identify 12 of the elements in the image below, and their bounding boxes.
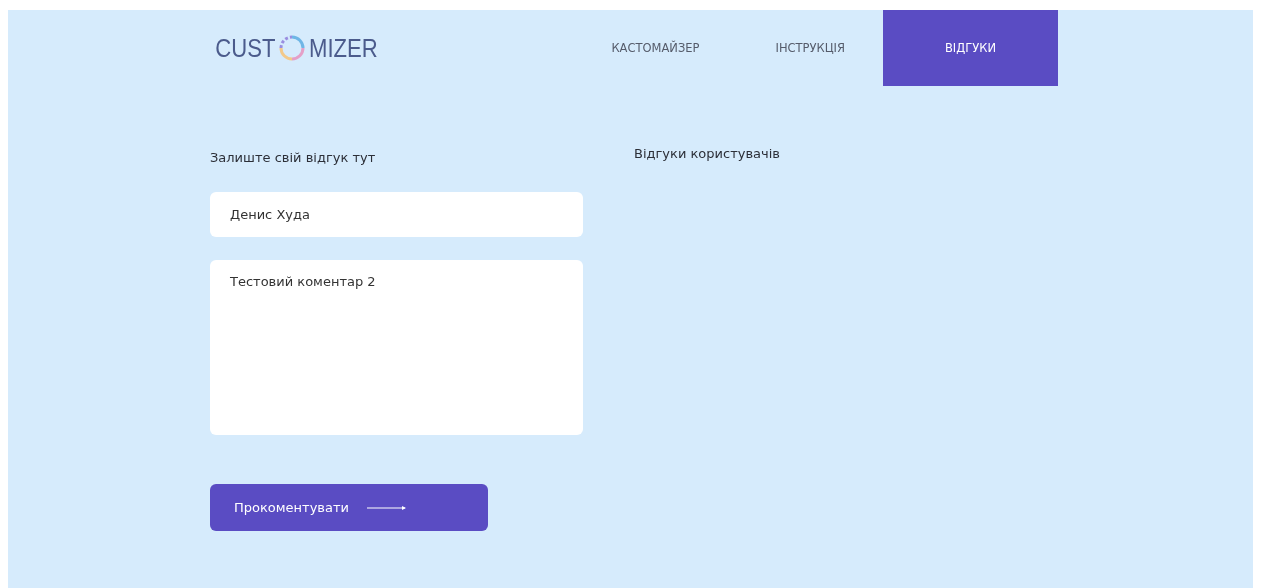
nav-tab[interactable]: ВІДГУКИ — [883, 10, 1058, 86]
form-title: Залиште свій відгук тут — [210, 150, 377, 165]
logo-icon — [278, 35, 305, 61]
logo-text: MIZER — [308, 32, 378, 64]
comment-button[interactable]: Прокоментувати — [210, 484, 488, 531]
nav-tab[interactable]: КАСТОМАЙЗЕР — [573, 10, 738, 86]
logo-text: CUST — [215, 32, 276, 64]
nav-tab[interactable]: ІНСТРУКЦІЯ — [737, 10, 883, 86]
name-field[interactable]: Денис Худа — [210, 192, 583, 237]
arrow-icon — [367, 504, 407, 511]
comment-field[interactable]: Тестовий коментар 2 — [210, 260, 583, 435]
reviews-title: Відгуки користувачів — [634, 146, 780, 161]
